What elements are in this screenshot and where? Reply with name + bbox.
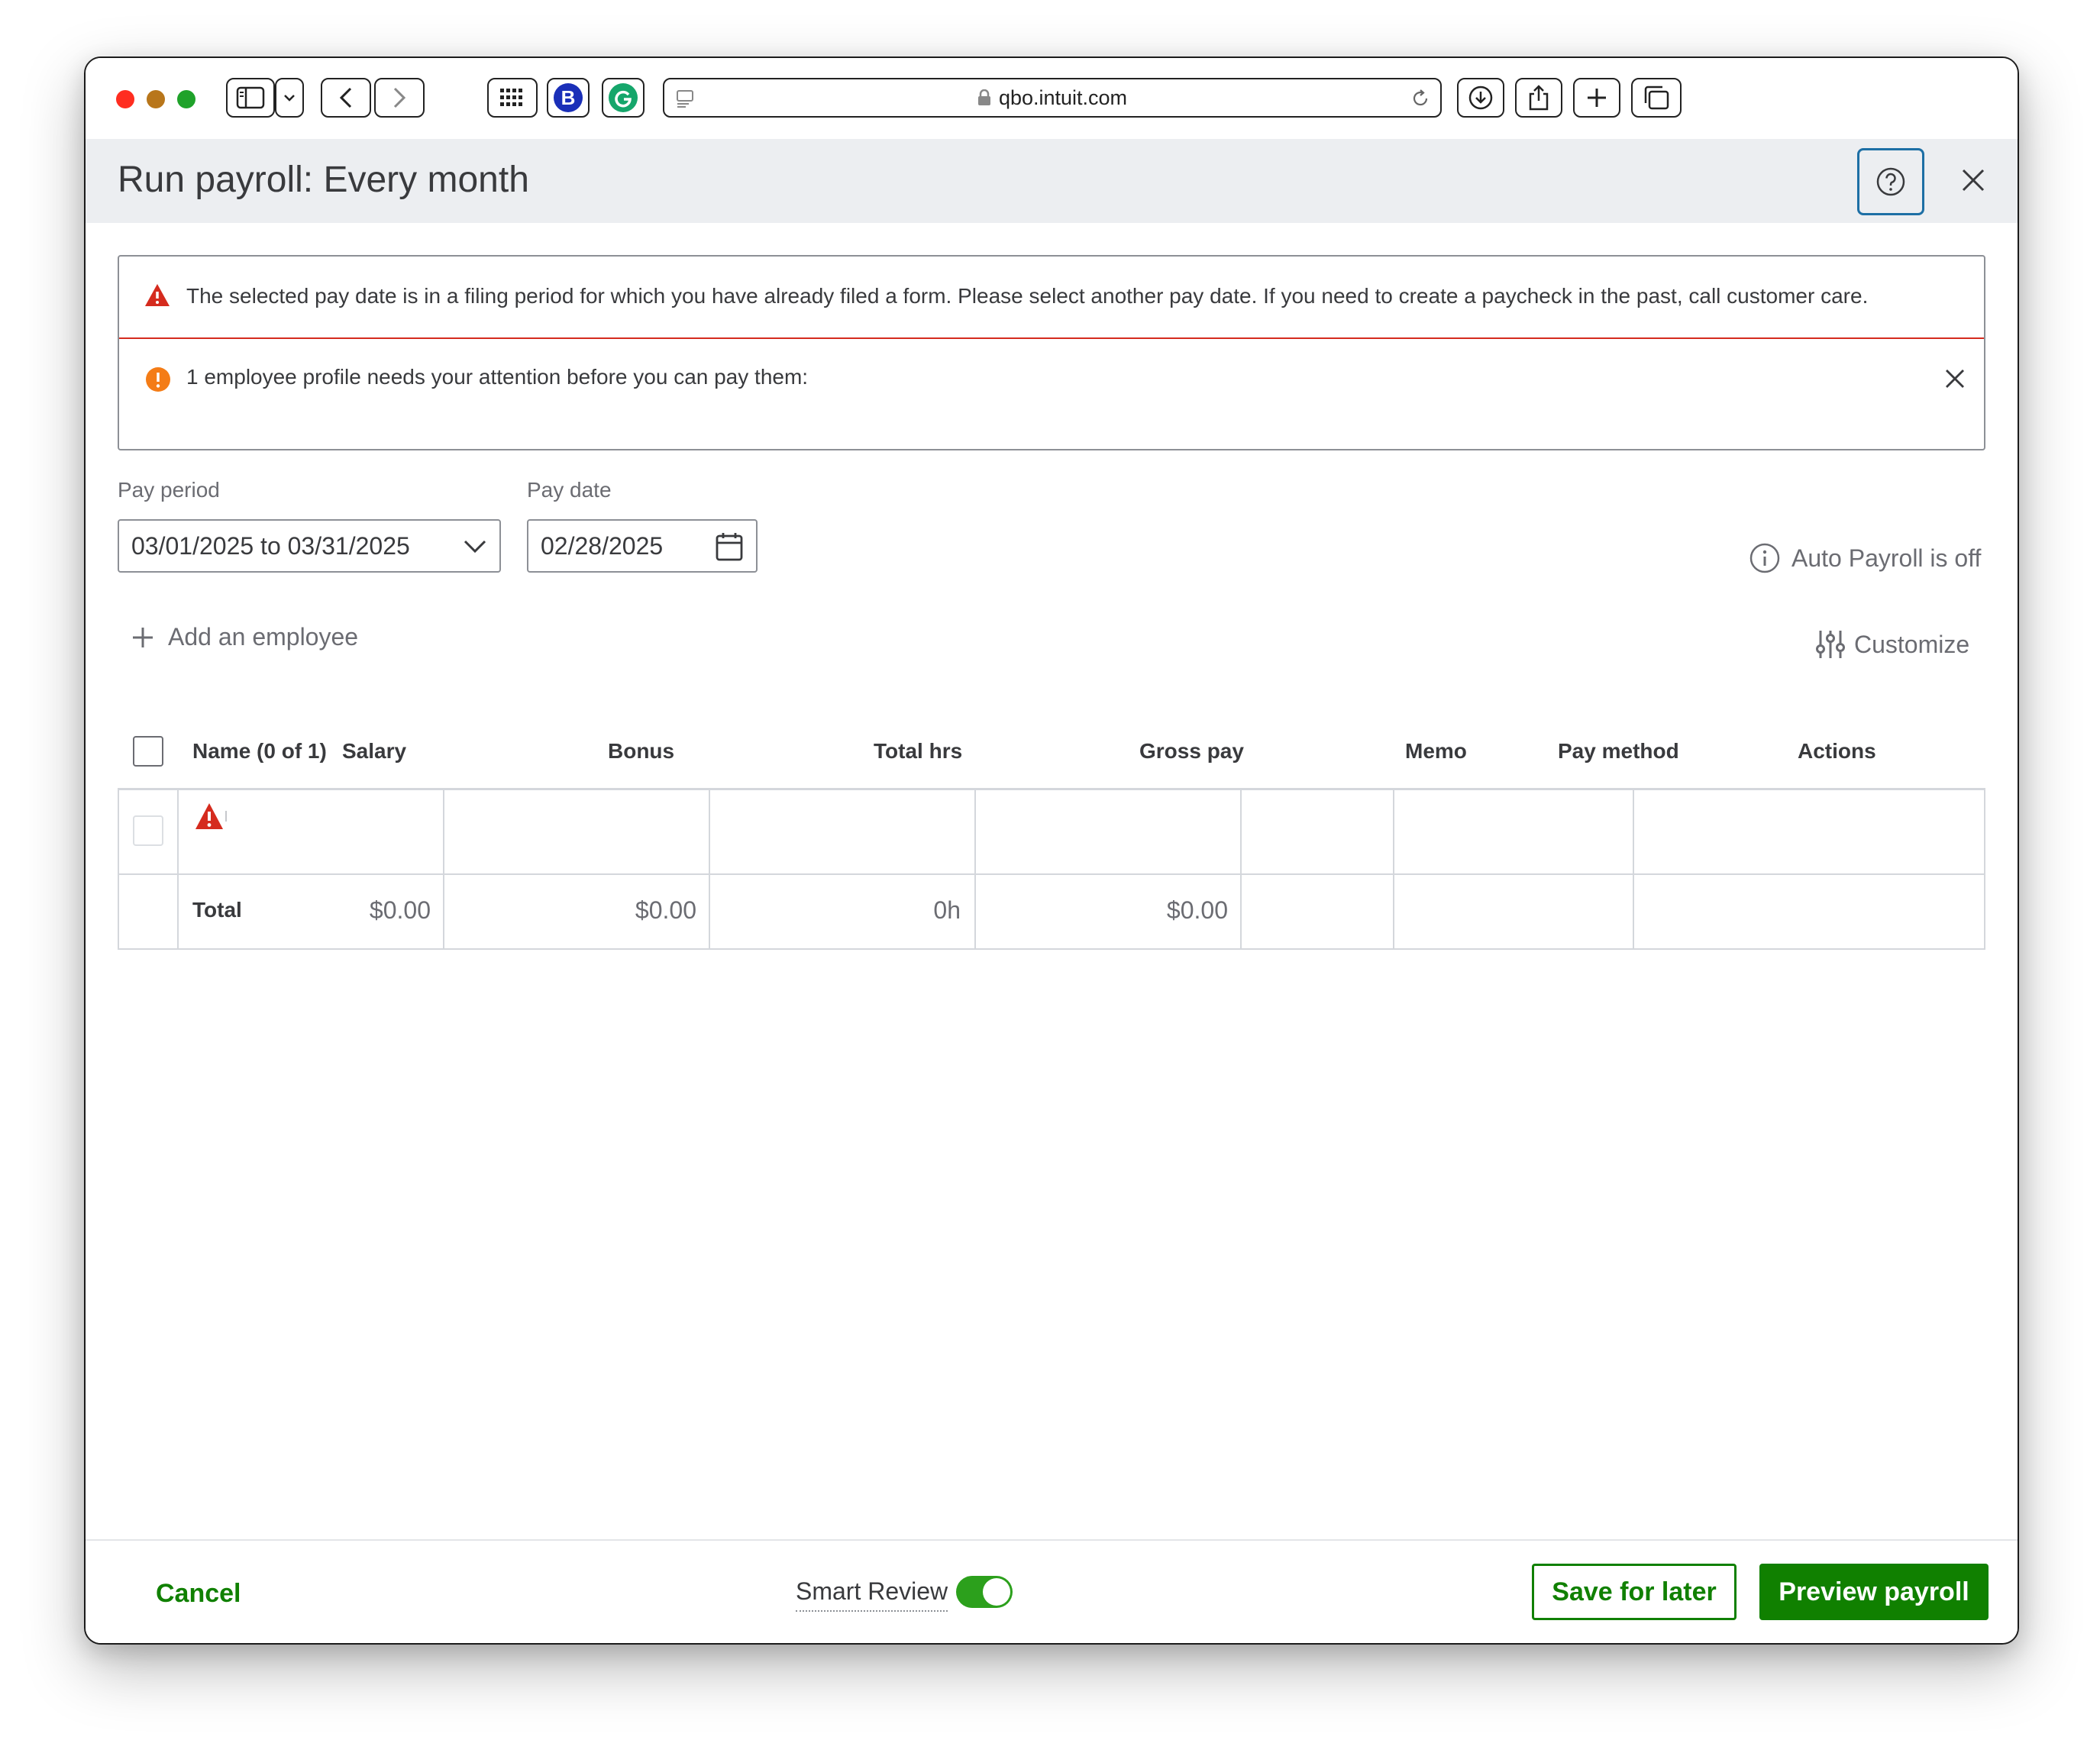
modal-header: Run payroll: Every month	[86, 139, 2018, 223]
zoom-window-button[interactable]	[177, 90, 195, 108]
customize-label: Customize	[1854, 630, 1970, 658]
page-title: Run payroll: Every month	[118, 160, 529, 200]
row-checkbox[interactable]	[133, 815, 163, 846]
pay-date-input[interactable]: 02/28/2025	[527, 519, 758, 573]
extension-b-icon: B	[554, 83, 583, 112]
column-header-pay-method: Pay method	[1558, 739, 1679, 763]
plus-icon	[133, 627, 153, 647]
pay-date-value: 02/28/2025	[541, 531, 664, 560]
plus-icon	[1588, 89, 1606, 107]
address-bar[interactable]: qbo.intuit.com	[663, 78, 1442, 118]
total-bonus: $0.00	[635, 896, 696, 924]
grid-icon	[500, 89, 522, 106]
total-gross-pay: $0.00	[1166, 896, 1228, 924]
sliders-icon	[1816, 631, 1845, 658]
tabs-icon	[1644, 86, 1669, 110]
new-tab-button[interactable]	[1573, 78, 1620, 118]
modal-footer: Cancel Smart Review Save for later Previ…	[86, 1539, 2018, 1643]
browser-toolbar: B qbo.intuit.com	[86, 58, 2018, 140]
column-header-actions: Actions	[1798, 739, 1876, 763]
column-header-memo: Memo	[1405, 739, 1467, 763]
extensions-grid-button[interactable]	[487, 78, 538, 118]
auto-payroll-status[interactable]: Auto Payroll is off	[1749, 542, 1981, 574]
tab-overview-button[interactable]	[1631, 78, 1682, 118]
column-header-name[interactable]: Name (0 of 1)	[192, 739, 327, 764]
warning-alert-text: 1 employee profile needs your attention …	[186, 365, 809, 389]
dismiss-alert-icon[interactable]	[1944, 368, 1966, 389]
downloads-button[interactable]	[1457, 78, 1504, 118]
browser-window: B qbo.intuit.com Run payroll: Every mont…	[84, 56, 2019, 1645]
sidebar-toggle-button[interactable]	[226, 78, 275, 118]
extension-b-button[interactable]: B	[547, 78, 590, 118]
sidebar-icon	[236, 86, 265, 109]
share-icon	[1529, 85, 1549, 111]
chevron-right-icon	[393, 87, 406, 108]
alerts-panel: The selected pay date is in a filing per…	[118, 255, 1985, 450]
help-icon	[1876, 167, 1905, 196]
total-salary: $0.00	[369, 896, 431, 924]
chevron-left-icon	[339, 87, 352, 108]
help-button[interactable]	[1857, 148, 1924, 215]
pay-period-label: Pay period	[118, 478, 220, 502]
share-button[interactable]	[1515, 78, 1562, 118]
error-alert-text: The selected pay date is in a filing per…	[186, 284, 1869, 308]
smart-review-label[interactable]: Smart Review	[796, 1577, 948, 1612]
totals-row: Total $0.00 $0.00 0h $0.00	[118, 875, 1985, 950]
total-label: Total	[192, 898, 242, 922]
page-icon	[677, 90, 693, 108]
forward-button[interactable]	[374, 78, 425, 118]
customize-button[interactable]: Customize	[1814, 629, 1969, 660]
minimize-window-button[interactable]	[147, 90, 165, 108]
download-icon	[1468, 86, 1493, 110]
calendar-icon[interactable]	[715, 531, 744, 562]
url-text: qbo.intuit.com	[998, 86, 1128, 109]
pay-period-select[interactable]: 03/01/2025 to 03/31/2025	[118, 519, 501, 573]
auto-payroll-text: Auto Payroll is off	[1791, 544, 1982, 572]
back-button[interactable]	[321, 78, 371, 118]
toggle-knob	[983, 1578, 1010, 1606]
column-header-salary: Salary	[342, 739, 407, 763]
table-row[interactable]	[118, 788, 1985, 875]
reload-icon[interactable]	[1410, 88, 1431, 109]
pay-period-value: 03/01/2025 to 03/31/2025	[131, 531, 410, 560]
error-warning-icon	[145, 284, 170, 306]
close-icon[interactable]	[1959, 166, 1987, 194]
chevron-down-icon	[284, 95, 295, 102]
smart-review-toggle[interactable]	[956, 1576, 1013, 1608]
column-header-gross-pay: Gross pay	[1139, 739, 1244, 763]
sidebar-menu-button[interactable]	[275, 78, 304, 118]
save-for-later-button[interactable]: Save for later	[1532, 1564, 1737, 1620]
grammarly-icon	[609, 83, 638, 112]
exclamation-circle-icon	[146, 367, 170, 392]
close-window-button[interactable]	[116, 90, 134, 108]
column-header-total-hrs: Total hrs	[874, 739, 963, 763]
cancel-button[interactable]: Cancel	[156, 1579, 241, 1609]
chevron-down-icon	[464, 540, 486, 554]
payroll-table-header: Name (0 of 1) Salary Bonus Total hrs Gro…	[118, 719, 1985, 790]
total-hours: 0h	[933, 896, 961, 924]
pay-date-label: Pay date	[527, 478, 612, 502]
column-header-bonus: Bonus	[608, 739, 675, 763]
add-employee-label: Add an employee	[168, 623, 359, 651]
grammarly-extension-button[interactable]	[602, 78, 645, 118]
add-employee-button[interactable]: Add an employee	[131, 623, 358, 651]
employee-warning-icon[interactable]	[194, 802, 228, 834]
preview-payroll-button[interactable]: Preview payroll	[1759, 1564, 1989, 1620]
info-icon	[1749, 543, 1780, 573]
error-alert: The selected pay date is in a filing per…	[119, 257, 1984, 339]
lock-icon	[977, 89, 990, 105]
select-all-checkbox[interactable]	[133, 736, 163, 767]
